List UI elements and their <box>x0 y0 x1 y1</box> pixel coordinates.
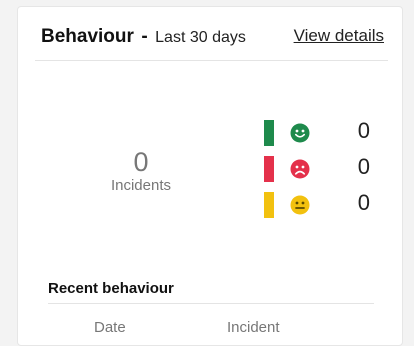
incident-column-header[interactable]: Incident <box>227 319 280 336</box>
recent-divider <box>48 303 374 304</box>
header-divider <box>35 60 388 61</box>
positive-row: 0 <box>264 114 384 150</box>
negative-row: 0 <box>264 150 384 186</box>
neutral-row: 0 <box>264 186 384 222</box>
sad-face-icon <box>290 159 310 179</box>
positive-bar <box>264 120 274 146</box>
positive-count: 0 <box>357 118 370 143</box>
neutral-bar <box>264 192 274 218</box>
date-column-header[interactable]: Date <box>94 319 126 336</box>
smiley-face-icon <box>290 123 310 143</box>
negative-count: 0 <box>357 154 370 179</box>
card-title-main: Behaviour <box>41 26 134 47</box>
card-header: Behaviour - Last 30 days View details <box>41 26 384 50</box>
card-title: Behaviour - Last 30 days <box>41 26 246 48</box>
incidents-label: Incidents <box>110 177 172 194</box>
title-separator: - <box>141 26 148 47</box>
view-details-link[interactable]: View details <box>294 26 384 46</box>
neutral-count: 0 <box>357 190 370 215</box>
incidents-count: 0 <box>133 147 149 177</box>
incidents-total: 0 Incidents <box>98 147 184 195</box>
behaviour-breakdown: 0 0 0 <box>264 114 384 222</box>
neutral-face-icon <box>290 195 310 215</box>
negative-bar <box>264 156 274 182</box>
behaviour-card: Behaviour - Last 30 days View details 0 … <box>17 6 403 346</box>
recent-behaviour-heading: Recent behaviour <box>48 280 174 297</box>
period-label: Last 30 days <box>155 29 246 46</box>
